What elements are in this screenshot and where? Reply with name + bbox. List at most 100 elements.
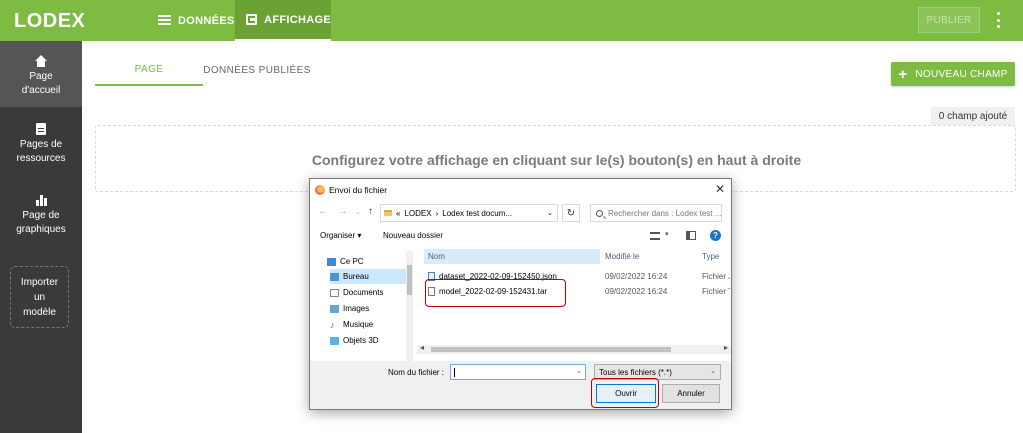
- sidebar: Page d'accueil Pages de ressources Page …: [0, 41, 82, 433]
- file-date: 09/02/2022 16:24: [605, 286, 668, 296]
- new-folder-button[interactable]: Nouveau dossier: [383, 231, 443, 240]
- filename-label: Nom du fichier :: [388, 368, 445, 377]
- empty-message: Configurez votre affichage en cliquant s…: [311, 152, 802, 168]
- app-window: LODEX DONNÉES AFFICHAGE PUBLIER Page d'a…: [0, 0, 1023, 433]
- import-label: modèle: [23, 307, 56, 318]
- tab-affichage[interactable]: AFFICHAGE: [235, 0, 331, 41]
- document-icon: [36, 123, 46, 135]
- breadcrumb-item[interactable]: LODEX: [404, 209, 431, 218]
- close-icon[interactable]: ✕: [715, 182, 725, 196]
- breadcrumb-arrow: ›: [435, 208, 439, 218]
- import-label: un: [33, 292, 46, 303]
- new-field-label: NOUVEAU CHAMP: [915, 68, 1008, 80]
- address-row: ← → ⌄ ↑ « LODEX › Lodex test docum... ⌄ …: [310, 203, 731, 223]
- nav-item-3d-objects[interactable]: Objets 3D: [330, 333, 410, 348]
- objects3d-icon: [330, 336, 339, 345]
- cancel-button[interactable]: Annuler: [662, 384, 720, 403]
- music-icon: ♪: [330, 319, 335, 330]
- chevron-down-icon: ⌄: [710, 368, 716, 375]
- dialog-footer: Nom du fichier : ⌄ Tous les fichiers (*.…: [310, 361, 731, 409]
- field-count-badge: 0 champ ajouté: [931, 107, 1015, 125]
- column-modified-header[interactable]: Modifié le: [605, 249, 639, 264]
- nav-item-label: Images: [343, 304, 370, 313]
- chevron-down-icon[interactable]: ⌄: [547, 209, 553, 217]
- display-icon: [246, 14, 258, 25]
- filter-value: Tous les fichiers (*.*): [599, 367, 672, 377]
- firefox-icon: [315, 185, 325, 195]
- new-field-button[interactable]: + NOUVEAU CHAMP: [891, 62, 1015, 86]
- scroll-right-icon[interactable]: ▸: [724, 343, 728, 352]
- nav-item-music[interactable]: ♪ Musique: [330, 317, 410, 332]
- nav-item-documents[interactable]: Documents: [330, 285, 410, 300]
- breadcrumb-sep: «: [396, 208, 401, 218]
- import-model-button[interactable]: Importer un modèle: [10, 266, 69, 328]
- filename-input[interactable]: ⌄: [450, 364, 586, 380]
- more-menu-icon[interactable]: [994, 12, 1002, 28]
- recent-chevron-icon[interactable]: ⌄: [355, 208, 361, 216]
- horizontal-scrollbar[interactable]: ◂ ▸: [417, 343, 731, 354]
- nav-item-images[interactable]: Images: [330, 301, 410, 316]
- page-tabs: PAGE DONNÉES PUBLIÉES: [95, 55, 335, 86]
- sidebar-item-label: d'accueil: [21, 85, 61, 96]
- tab-donnees-label: DONNÉES: [178, 14, 235, 27]
- nav-item-label: Musique: [343, 320, 374, 329]
- bar-chart-icon: [35, 194, 47, 206]
- app-logo[interactable]: LODEX: [14, 10, 85, 33]
- tab-affichage-label: AFFICHAGE: [264, 13, 331, 26]
- pc-icon: [327, 257, 336, 266]
- list-icon: [158, 15, 171, 26]
- nav-item-label: Documents: [343, 288, 384, 297]
- home-icon: [35, 55, 47, 67]
- column-name-header[interactable]: Nom: [424, 249, 600, 264]
- folder-icon: [384, 210, 392, 216]
- view-options-icon[interactable]: ▾: [650, 230, 672, 242]
- dialog-title: Envoi du fichier: [329, 185, 388, 195]
- dialog-toolbar: Organiser ▾ Nouveau dossier ▾ ?: [310, 228, 731, 245]
- file-list-header: Nom Modifié le Type: [424, 249, 730, 264]
- sidebar-item-label: Page de: [22, 210, 60, 221]
- breadcrumb-item[interactable]: Lodex test docum...: [442, 209, 512, 218]
- search-input[interactable]: Rechercher dans : Lodex test ...: [590, 204, 722, 222]
- file-type: Fichier JS: [702, 271, 730, 281]
- sidebar-item-home[interactable]: Page d'accueil: [0, 41, 82, 107]
- sidebar-item-graphics[interactable]: Page de graphiques: [0, 194, 82, 237]
- documents-icon: [330, 288, 339, 297]
- organise-button[interactable]: Organiser ▾: [320, 231, 361, 240]
- search-icon: [596, 209, 603, 217]
- sidebar-item-label: Pages de: [19, 139, 63, 150]
- file-upload-dialog: Envoi du fichier ✕ ← → ⌄ ↑ « LODEX › Lod…: [309, 178, 732, 410]
- preview-pane-icon[interactable]: [686, 231, 696, 240]
- nav-item-label: Objets 3D: [343, 336, 379, 345]
- nav-item-label: Bureau: [343, 272, 369, 281]
- sidebar-item-label: ressources: [16, 153, 66, 164]
- sidebar-item-resources[interactable]: Pages de ressources: [0, 123, 82, 166]
- top-bar: LODEX DONNÉES AFFICHAGE PUBLIER: [0, 0, 1023, 41]
- file-type: Fichier TA: [702, 286, 730, 296]
- up-arrow-icon[interactable]: ↑: [368, 206, 373, 217]
- nav-scrollbar[interactable]: [406, 251, 413, 361]
- address-bar[interactable]: « LODEX › Lodex test docum... ⌄: [380, 204, 558, 222]
- search-placeholder: Rechercher dans : Lodex test ...: [608, 208, 722, 218]
- scroll-left-icon[interactable]: ◂: [420, 343, 424, 352]
- navigation-pane: Ce PC Bureau Documents Images ♪ Musique …: [310, 249, 420, 361]
- nav-item-label: Ce PC: [340, 257, 364, 266]
- sidebar-item-label: graphiques: [16, 224, 66, 235]
- help-icon[interactable]: ?: [710, 230, 721, 241]
- chevron-down-icon[interactable]: ⌄: [576, 367, 582, 375]
- nav-item-this-pc[interactable]: Ce PC: [327, 254, 407, 269]
- refresh-icon[interactable]: ↻: [562, 204, 580, 222]
- file-date: 09/02/2022 16:24: [605, 271, 668, 281]
- tab-donnees[interactable]: DONNÉES: [158, 0, 235, 41]
- desktop-icon: [330, 272, 339, 281]
- dialog-titlebar: Envoi du fichier ✕: [310, 179, 731, 201]
- images-icon: [330, 304, 339, 313]
- column-type-header[interactable]: Type: [702, 249, 719, 264]
- tab-page[interactable]: PAGE: [95, 55, 203, 86]
- forward-arrow-icon[interactable]: →: [338, 206, 348, 217]
- nav-item-desktop[interactable]: Bureau: [330, 269, 410, 284]
- highlight-file-annotation: [425, 279, 566, 307]
- publish-button[interactable]: PUBLIER: [918, 7, 980, 33]
- tab-published-data[interactable]: DONNÉES PUBLIÉES: [203, 55, 311, 86]
- back-arrow-icon[interactable]: ←: [318, 206, 328, 217]
- import-label: Importer: [20, 277, 59, 288]
